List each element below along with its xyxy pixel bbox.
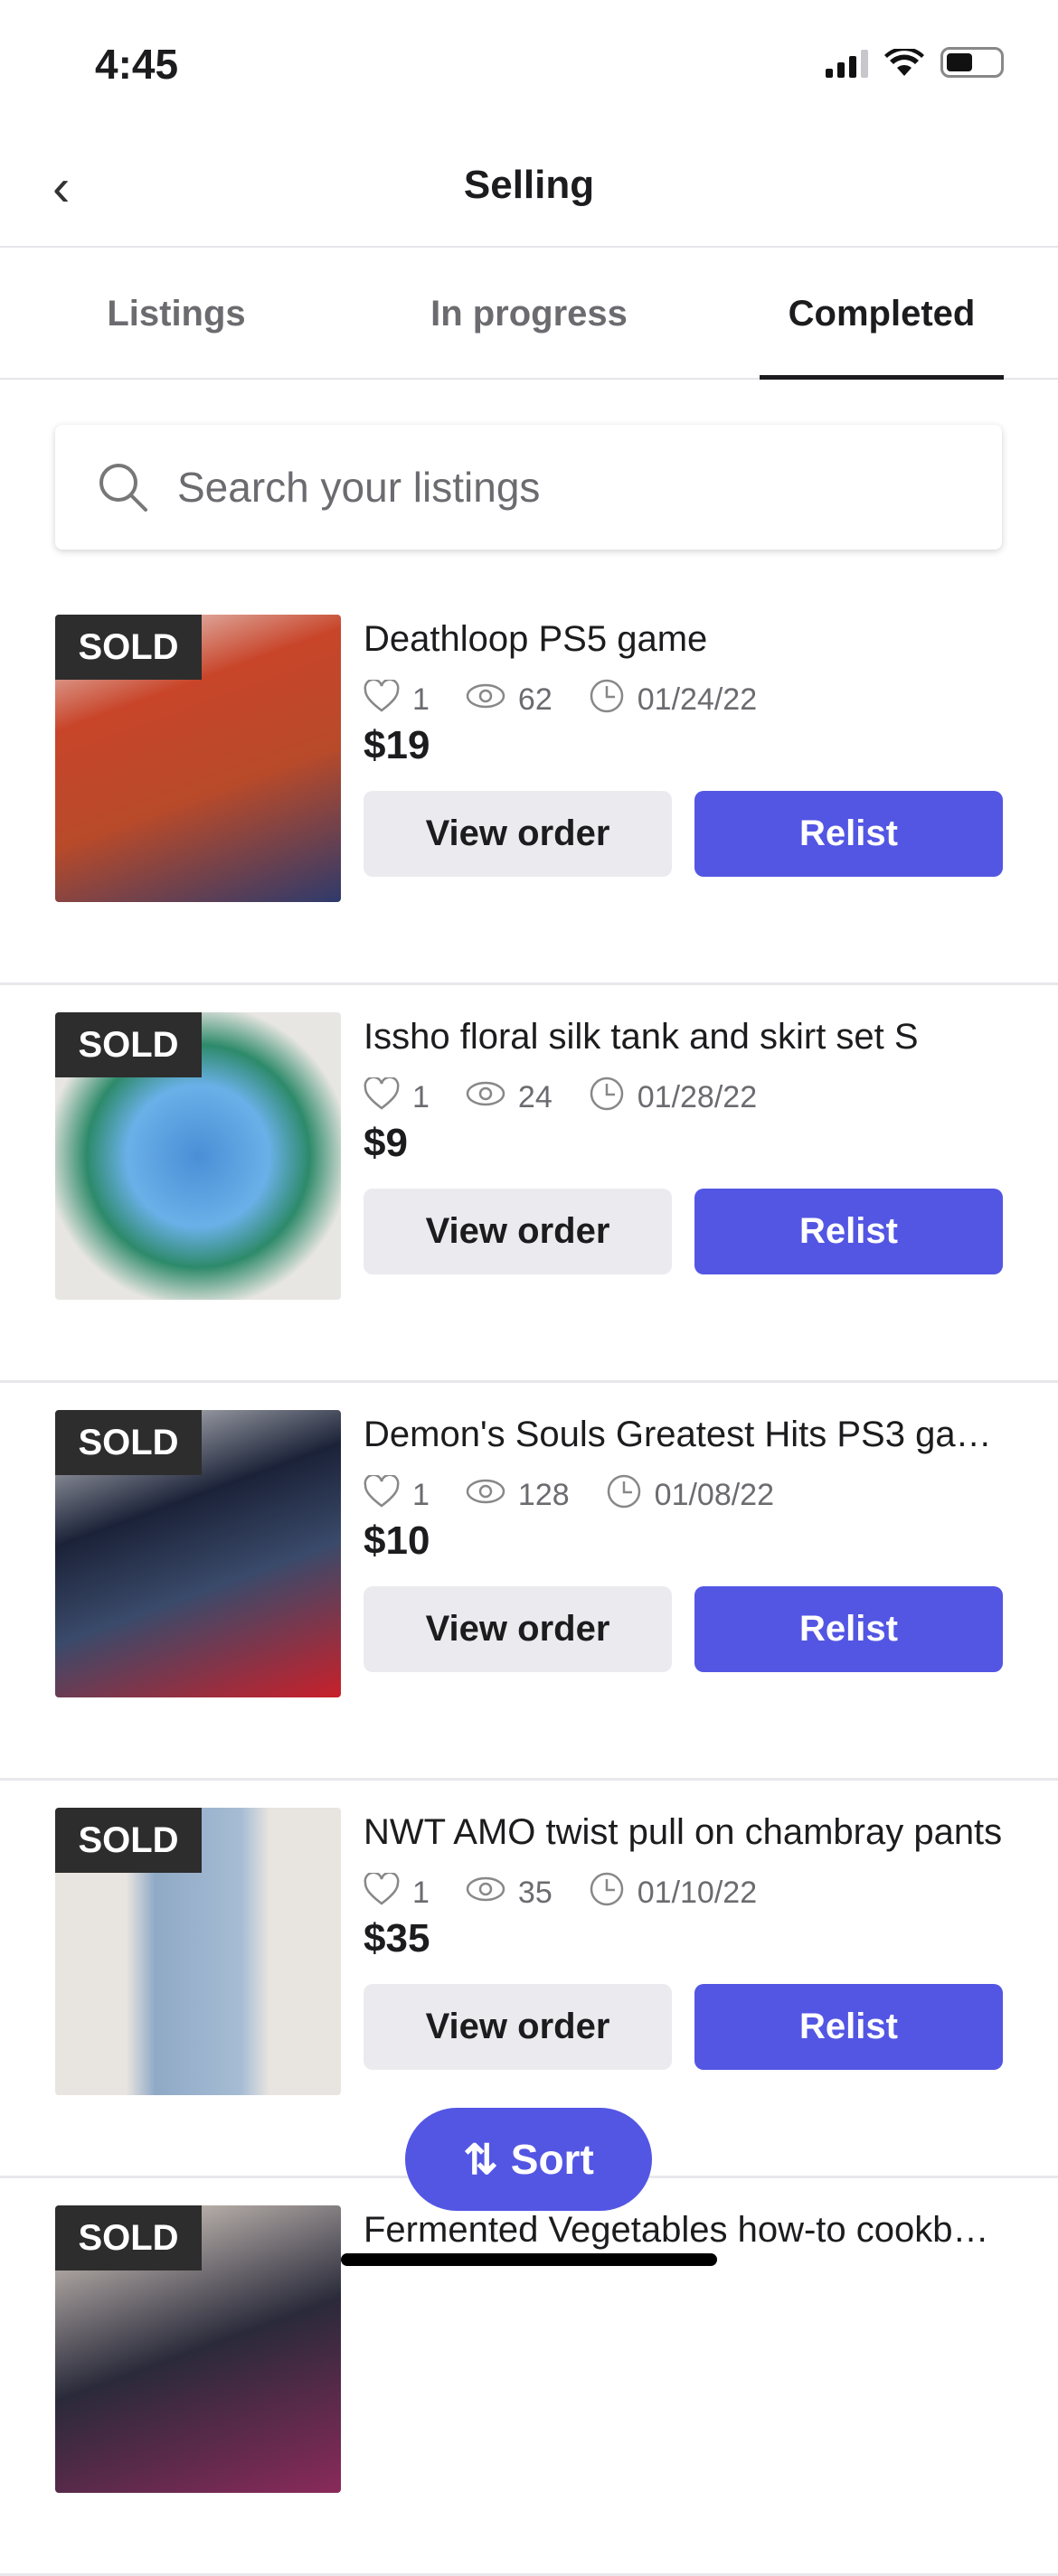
views-count: 62 bbox=[517, 682, 553, 717]
sold-badge: SOLD bbox=[55, 1808, 202, 1873]
tab-bar: Listings In progress Completed bbox=[0, 248, 1058, 380]
listing-title[interactable]: NWT AMO twist pull on chambray pants bbox=[364, 1812, 1006, 1853]
listing-stats: 1 62 01/24/22 bbox=[364, 678, 757, 722]
clock-icon bbox=[606, 1473, 642, 1518]
listing-price: $10 bbox=[364, 1518, 430, 1563]
listing-item[interactable]: SOLD Issho floral silk tank and skirt se… bbox=[0, 985, 1058, 1383]
listing-thumbnail[interactable]: SOLD bbox=[55, 1410, 341, 1697]
listing-date: 01/10/22 bbox=[637, 1876, 758, 1910]
eye-icon bbox=[466, 1478, 505, 1513]
tab-in-progress[interactable]: In progress bbox=[353, 248, 705, 378]
relist-button[interactable]: Relist bbox=[694, 791, 1003, 877]
signal-icon bbox=[826, 50, 868, 78]
likes-count: 1 bbox=[412, 1876, 430, 1910]
listing-thumbnail[interactable]: SOLD bbox=[55, 1012, 341, 1300]
heart-icon bbox=[364, 1871, 400, 1913]
listing-thumbnail[interactable]: SOLD bbox=[55, 2205, 341, 2493]
listing-thumbnail[interactable]: SOLD bbox=[55, 1808, 341, 2095]
eye-icon bbox=[466, 1080, 505, 1115]
listing-title[interactable]: Fermented Vegetables how-to cookbook bbox=[364, 2210, 1006, 2251]
view-order-button[interactable]: View order bbox=[364, 1984, 672, 2070]
search-input[interactable] bbox=[177, 425, 973, 550]
sort-label: Sort bbox=[510, 2136, 594, 2183]
sold-badge: SOLD bbox=[55, 1410, 202, 1475]
view-order-button[interactable]: View order bbox=[364, 1586, 672, 1672]
status-time: 4:45 bbox=[95, 41, 179, 88]
heart-icon bbox=[364, 1473, 400, 1516]
sort-arrows-icon: ⇅ bbox=[463, 2136, 498, 2183]
tab-completed[interactable]: Completed bbox=[705, 248, 1058, 380]
listing-title[interactable]: Demon's Souls Greatest Hits PS3 game bbox=[364, 1415, 1006, 1455]
listing-title[interactable]: Deathloop PS5 game bbox=[364, 619, 1006, 660]
likes-count: 1 bbox=[412, 1080, 430, 1114]
listing-item[interactable]: SOLD Deathloop PS5 game 1 62 01/24/22 $1… bbox=[0, 588, 1058, 985]
listing-price: $19 bbox=[364, 723, 430, 767]
heart-icon bbox=[364, 1076, 400, 1118]
listing-date: 01/24/22 bbox=[637, 682, 758, 717]
heart-icon bbox=[364, 678, 400, 720]
relist-button[interactable]: Relist bbox=[694, 1586, 1003, 1672]
sold-badge: SOLD bbox=[55, 1012, 202, 1077]
sold-badge: SOLD bbox=[55, 615, 202, 680]
views-count: 35 bbox=[517, 1876, 553, 1910]
listing-date: 01/08/22 bbox=[654, 1478, 775, 1512]
listing-stats: 1 35 01/10/22 bbox=[364, 1871, 757, 1915]
listing-date: 01/28/22 bbox=[637, 1080, 758, 1114]
views-count: 128 bbox=[517, 1478, 570, 1512]
listing-stats: 1 24 01/28/22 bbox=[364, 1076, 757, 1120]
eye-icon bbox=[466, 682, 505, 718]
relist-button[interactable]: Relist bbox=[694, 1984, 1003, 2070]
listing-item[interactable]: SOLD Demon's Souls Greatest Hits PS3 gam… bbox=[0, 1383, 1058, 1781]
battery-icon bbox=[940, 47, 1004, 78]
views-count: 24 bbox=[517, 1080, 553, 1114]
sold-badge: SOLD bbox=[55, 2205, 202, 2270]
sort-button[interactable]: ⇅ Sort bbox=[405, 2108, 652, 2211]
listing-item[interactable]: SOLD Fermented Vegetables how-to cookboo… bbox=[0, 2178, 1058, 2576]
clock-icon bbox=[589, 1076, 625, 1120]
home-indicator bbox=[341, 2253, 717, 2266]
listing-stats: 1 128 01/08/22 bbox=[364, 1473, 774, 1518]
listing-thumbnail[interactable]: SOLD bbox=[55, 615, 341, 902]
view-order-button[interactable]: View order bbox=[364, 1189, 672, 1274]
clock-icon bbox=[589, 678, 625, 722]
eye-icon bbox=[466, 1876, 505, 1911]
listing-title[interactable]: Issho floral silk tank and skirt set S bbox=[364, 1017, 1006, 1058]
clock-icon bbox=[589, 1871, 625, 1915]
wifi-icon bbox=[884, 49, 924, 76]
likes-count: 1 bbox=[412, 1478, 430, 1512]
status-bar: 4:45 bbox=[0, 0, 1058, 127]
likes-count: 1 bbox=[412, 682, 430, 717]
header: ‹ Selling bbox=[0, 136, 1058, 248]
view-order-button[interactable]: View order bbox=[364, 791, 672, 877]
search-icon bbox=[99, 464, 147, 512]
search-box bbox=[55, 425, 1002, 550]
tab-listings[interactable]: Listings bbox=[0, 248, 353, 378]
relist-button[interactable]: Relist bbox=[694, 1189, 1003, 1274]
listing-price: $9 bbox=[364, 1121, 408, 1165]
listing-price: $35 bbox=[364, 1916, 430, 1960]
page-title: Selling bbox=[463, 163, 595, 207]
